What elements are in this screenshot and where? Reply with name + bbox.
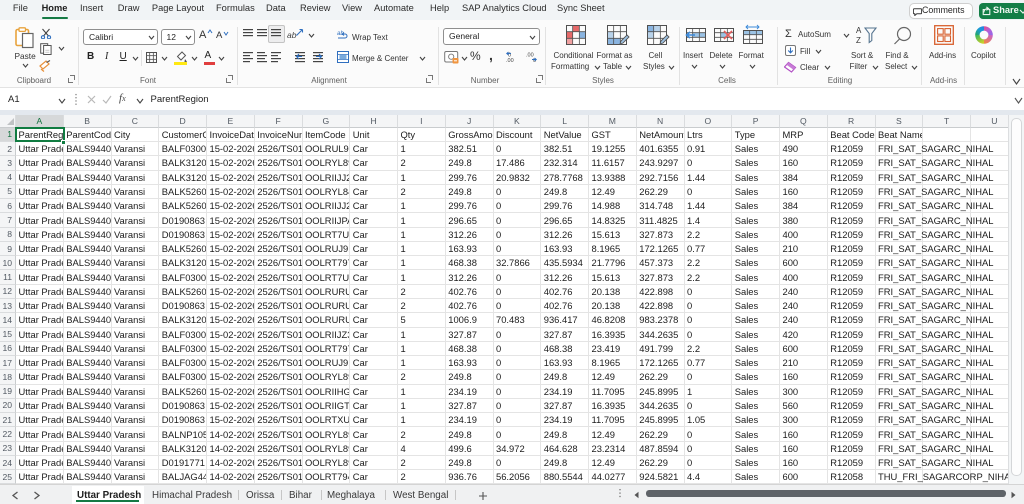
svg-text:.00: .00: [506, 58, 514, 63]
